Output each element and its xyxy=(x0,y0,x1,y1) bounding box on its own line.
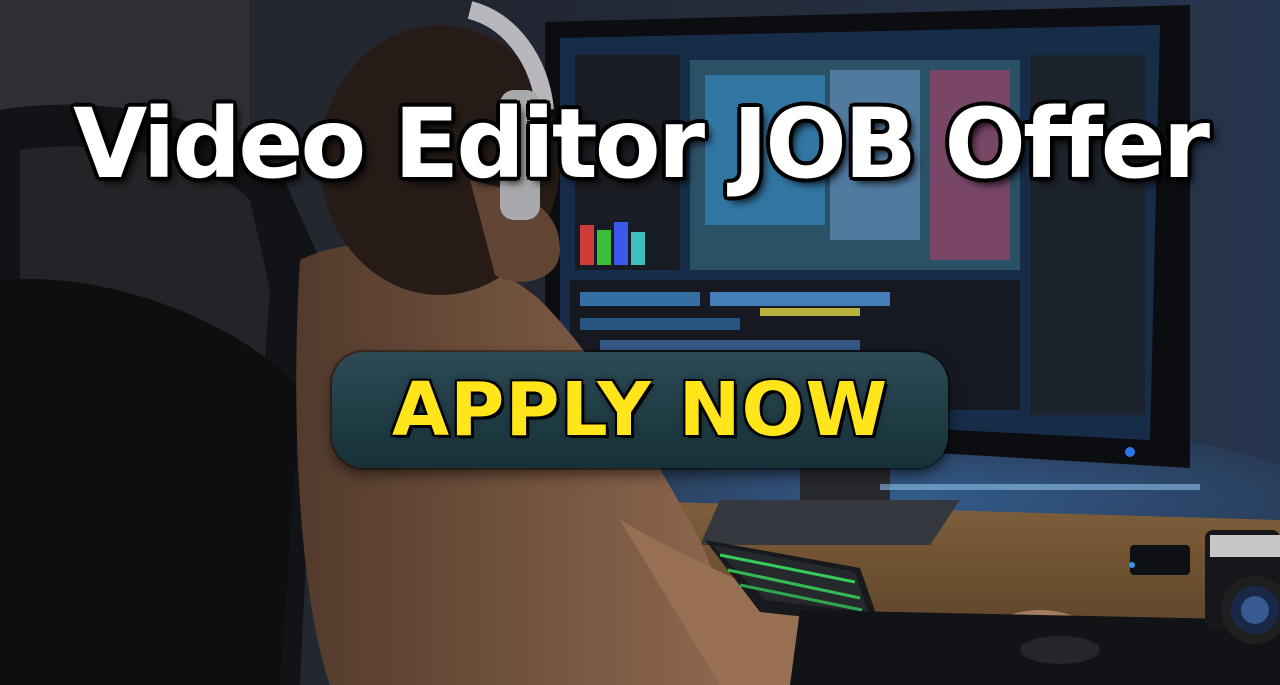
apply-now-button[interactable]: APPLY NOW xyxy=(332,352,948,468)
job-banner: Video Editor JOB Offer APPLY NOW xyxy=(0,0,1280,685)
banner-headline: Video Editor JOB Offer xyxy=(72,88,1210,200)
apply-now-label: APPLY NOW xyxy=(391,367,889,453)
